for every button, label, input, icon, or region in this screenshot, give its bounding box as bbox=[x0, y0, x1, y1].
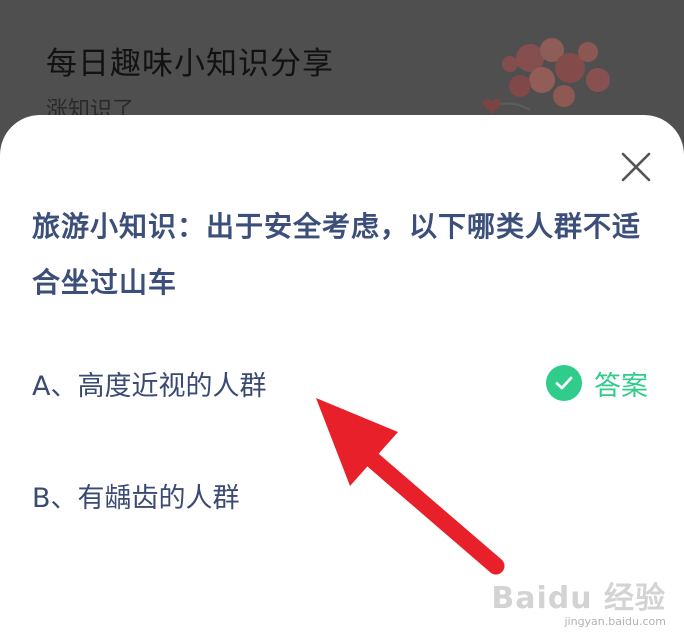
question-sheet: 旅游小知识：出于安全考虑，以下哪类人群不适合坐过山车 A、高度近视的人群 答案 … bbox=[0, 115, 684, 642]
check-icon bbox=[546, 365, 582, 401]
question-text: 旅游小知识：出于安全考虑，以下哪类人群不适合坐过山车 bbox=[32, 210, 642, 299]
option-a[interactable]: A、高度近视的人群 bbox=[32, 364, 266, 403]
watermark-url: jingyan.baidu.com bbox=[564, 615, 666, 628]
option-b[interactable]: B、有龋齿的人群 bbox=[32, 476, 240, 515]
baidu-watermark: Baidu 经验 jingyan.baidu.com bbox=[491, 573, 666, 628]
watermark-logo: Baidu 经验 bbox=[491, 581, 666, 616]
close-icon[interactable] bbox=[618, 149, 654, 185]
flower-illustration bbox=[482, 38, 610, 114]
answer-label: 答案 bbox=[594, 370, 648, 402]
screen: 每日趣味小知识分享 涨知识了 旅游小知识：出于安全考虑，以下哪类人群不适合坐过山… bbox=[0, 0, 684, 642]
background-title: 每日趣味小知识分享 bbox=[46, 46, 334, 82]
answer-badge: 答案 bbox=[546, 363, 648, 403]
